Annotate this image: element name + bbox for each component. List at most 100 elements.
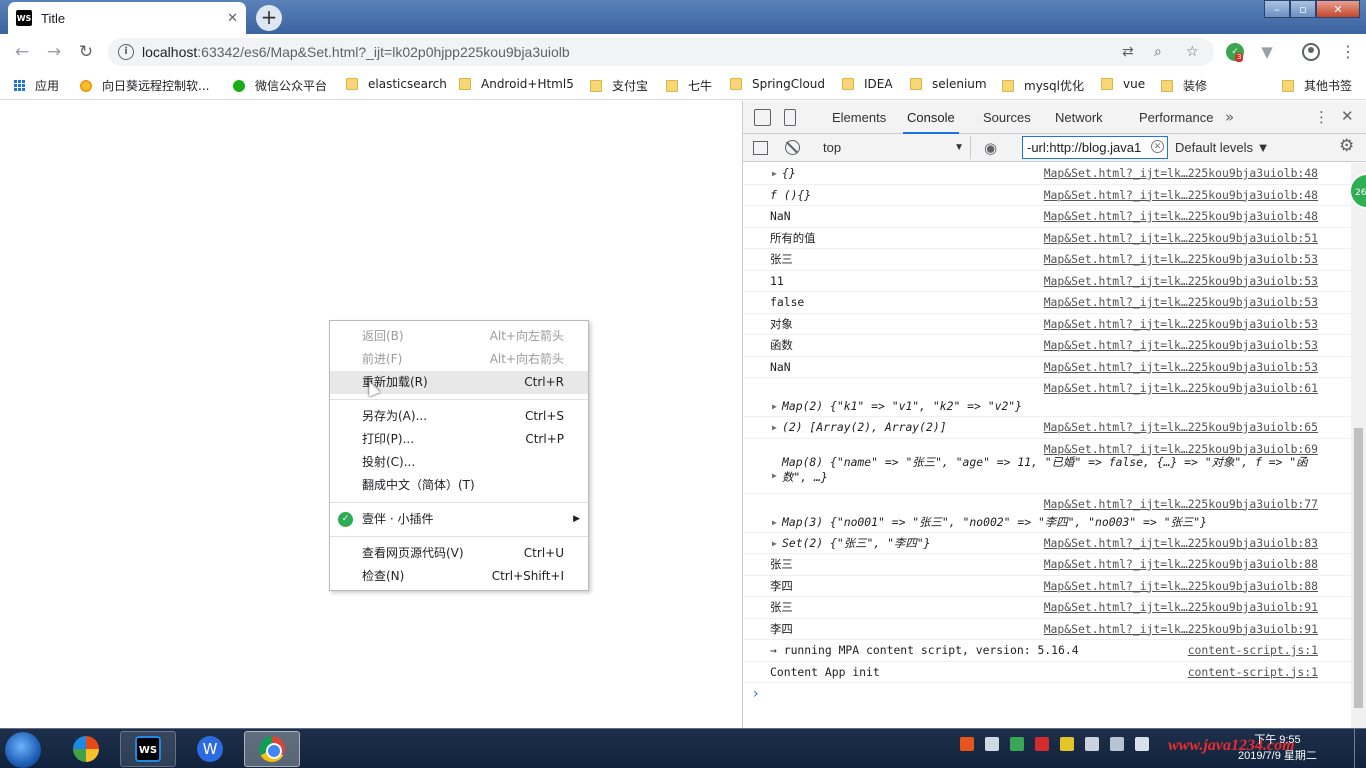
bookmark-folder-other[interactable]: 其他书签 — [1282, 77, 1352, 94]
close-devtools-icon[interactable]: ✕ — [1341, 107, 1354, 125]
source-link[interactable]: content-script.js:1 — [1188, 640, 1318, 661]
bookmark-star-icon[interactable]: ☆ — [1186, 44, 1199, 60]
bookmark-wechat[interactable]: 微信公众平台 — [233, 77, 327, 94]
expand-caret-icon[interactable]: ▶ — [772, 163, 777, 184]
tray-plus-icon[interactable] — [1060, 737, 1074, 751]
taskbar-app-wps[interactable]: W — [182, 731, 238, 767]
tab-sources[interactable]: Sources — [983, 101, 1031, 134]
source-link[interactable]: Map&Set.html?_ijt=lk…225kou9bja3uiolb:51 — [1044, 228, 1318, 249]
tray-sogou-icon[interactable] — [960, 737, 974, 751]
clear-console-icon[interactable] — [785, 140, 800, 155]
clear-filter-icon[interactable]: ✕ — [1151, 140, 1164, 153]
bookmark-folder-android[interactable]: Android+Html5 — [459, 77, 574, 91]
show-desktop-button[interactable] — [1354, 729, 1366, 768]
menu-item-forward[interactable]: 前进(F) Alt+向右箭头 — [330, 348, 588, 371]
menu-item-save-as[interactable]: 另存为(A)... Ctrl+S — [330, 405, 588, 428]
taskbar-app-webstorm[interactable]: WS — [120, 731, 176, 767]
menu-item-cast[interactable]: 投射(C)... — [330, 451, 588, 474]
translate-icon[interactable]: ⇄ — [1122, 44, 1134, 60]
extension-v-icon[interactable]: ▼ — [1258, 43, 1276, 61]
taskbar-clock[interactable]: 下午 9:55 2019/7/9 星期二 — [1238, 732, 1317, 764]
source-link[interactable]: Map&Set.html?_ijt=lk…225kou9bja3uiolb:88 — [1044, 576, 1318, 597]
extension-icon[interactable]: ✓ 3 — [1226, 43, 1244, 62]
zoom-icon[interactable]: ⌕ — [1154, 44, 1162, 60]
tray-antivirus-icon[interactable] — [1035, 737, 1049, 751]
source-link[interactable]: Map&Set.html?_ijt=lk…225kou9bja3uiolb:53 — [1044, 357, 1318, 378]
menu-item-back[interactable]: 返回(B) Alt+向左箭头 — [330, 325, 588, 348]
back-button[interactable]: ← — [10, 40, 34, 64]
menu-item-inspect[interactable]: 检查(N) Ctrl+Shift+I — [330, 565, 588, 588]
console-sidebar-icon[interactable] — [753, 141, 768, 155]
bookmark-apps[interactable]: 应用 — [14, 77, 59, 94]
source-link[interactable]: Map&Set.html?_ijt=lk…225kou9bja3uiolb:53 — [1044, 271, 1318, 292]
bookmark-folder-qiniu[interactable]: 七牛 — [666, 77, 712, 94]
live-expression-eye-icon[interactable]: ◉ — [984, 139, 997, 157]
tray-volume-icon[interactable] — [1135, 737, 1149, 751]
bookmark-folder-springcloud[interactable]: SpringCloud — [730, 77, 825, 91]
source-link[interactable]: Map&Set.html?_ijt=lk…225kou9bja3uiolb:48 — [1044, 163, 1318, 184]
bookmark-folder-selenium[interactable]: selenium — [910, 77, 987, 91]
tab-elements[interactable]: Elements — [832, 101, 886, 134]
close-window-button[interactable]: ✕ — [1316, 0, 1360, 18]
bookmark-folder-alipay[interactable]: 支付宝 — [590, 77, 648, 94]
bookmark-folder-renovation[interactable]: 装修 — [1161, 77, 1207, 94]
console-filter-input[interactable]: -url:http://blog.java1 ✕ — [1022, 136, 1168, 159]
expand-caret-icon[interactable]: ▶ — [772, 533, 777, 554]
tab-performance[interactable]: Performance — [1139, 101, 1213, 134]
source-link[interactable]: Map&Set.html?_ijt=lk…225kou9bja3uiolb:48 — [1044, 206, 1318, 227]
tray-network-icon[interactable] — [1085, 737, 1099, 751]
source-link[interactable]: Map&Set.html?_ijt=lk…225kou9bja3uiolb:83 — [1044, 533, 1318, 554]
menu-item-yiban-plugin[interactable]: ✓ 壹伴 · 小插件 ▶ — [330, 508, 588, 531]
menu-item-view-source[interactable]: 查看网页源代码(V) Ctrl+U — [330, 542, 588, 565]
menu-item-print[interactable]: 打印(P)... Ctrl+P — [330, 428, 588, 451]
expand-caret-icon[interactable]: ▶ — [772, 417, 777, 438]
url-text[interactable]: localhost:63342/es6/Map&Set.html?_ijt=lk… — [142, 44, 570, 60]
tab-network[interactable]: Network — [1055, 101, 1103, 134]
bookmark-sunflower[interactable]: 向日葵远程控制软... — [80, 77, 209, 94]
maximize-button[interactable]: ▫ — [1290, 0, 1316, 18]
browser-tab[interactable]: WS Title ✕ — [8, 2, 246, 34]
forward-button[interactable]: → — [42, 40, 66, 64]
device-toolbar-icon[interactable] — [784, 109, 796, 126]
taskbar-app-chrome[interactable] — [244, 731, 300, 767]
taskbar-app-flower[interactable] — [58, 731, 114, 767]
tray-bell-icon[interactable] — [985, 737, 999, 751]
source-link[interactable]: Map&Set.html?_ijt=lk…225kou9bja3uiolb:48 — [1044, 185, 1318, 206]
console-prompt-icon[interactable]: › — [753, 686, 759, 702]
bookmark-folder-elasticsearch[interactable]: elasticsearch — [346, 77, 447, 91]
source-link[interactable]: content-script.js:1 — [1188, 662, 1318, 683]
close-tab-icon[interactable]: ✕ — [227, 11, 238, 26]
tray-flag-icon[interactable] — [1110, 737, 1124, 751]
source-link[interactable]: Map&Set.html?_ijt=lk…225kou9bja3uiolb:53 — [1044, 314, 1318, 335]
new-tab-button[interactable]: + — [256, 5, 282, 31]
source-link[interactable]: Map&Set.html?_ijt=lk…225kou9bja3uiolb:61 — [1044, 378, 1318, 399]
console-scrollbar[interactable] — [1351, 163, 1366, 728]
tray-shield-icon[interactable] — [1010, 737, 1024, 751]
bookmark-folder-vue[interactable]: vue — [1101, 77, 1145, 91]
source-link[interactable]: Map&Set.html?_ijt=lk…225kou9bja3uiolb:91 — [1044, 619, 1318, 640]
minimize-button[interactable]: – — [1264, 0, 1290, 18]
inspect-element-icon[interactable] — [754, 109, 771, 126]
site-info-icon[interactable]: i — [118, 44, 134, 60]
chrome-menu-icon[interactable]: ⋮ — [1340, 42, 1356, 61]
reload-button[interactable]: ↻ — [74, 40, 98, 64]
menu-item-translate[interactable]: 翻成中文（简体）(T) — [330, 474, 588, 497]
source-link[interactable]: Map&Set.html?_ijt=lk…225kou9bja3uiolb:91 — [1044, 597, 1318, 618]
source-link[interactable]: Map&Set.html?_ijt=lk…225kou9bja3uiolb:53 — [1044, 335, 1318, 356]
bookmark-folder-idea[interactable]: IDEA — [842, 77, 893, 91]
profile-avatar-icon[interactable] — [1302, 43, 1320, 61]
address-bar[interactable]: i localhost:63342/es6/Map&Set.html?_ijt=… — [108, 38, 1214, 66]
start-button[interactable] — [5, 732, 41, 768]
bookmark-folder-mysql[interactable]: mysql优化 — [1002, 77, 1084, 94]
console-settings-gear-icon[interactable]: ⚙ — [1339, 136, 1354, 156]
source-link[interactable]: Map&Set.html?_ijt=lk…225kou9bja3uiolb:88 — [1044, 554, 1318, 575]
source-link[interactable]: Map&Set.html?_ijt=lk…225kou9bja3uiolb:53 — [1044, 249, 1318, 270]
tab-console[interactable]: Console — [903, 101, 959, 134]
log-levels-select[interactable]: Default levels ▼ — [1175, 136, 1270, 159]
scrollbar-thumb[interactable] — [1354, 428, 1363, 708]
context-select[interactable]: top ▼ — [815, 136, 971, 159]
more-tabs-icon[interactable]: » — [1225, 108, 1234, 126]
devtools-menu-icon[interactable]: ⋮ — [1314, 108, 1329, 126]
source-link[interactable]: Map&Set.html?_ijt=lk…225kou9bja3uiolb:65 — [1044, 417, 1318, 438]
source-link[interactable]: Map&Set.html?_ijt=lk…225kou9bja3uiolb:53 — [1044, 292, 1318, 313]
